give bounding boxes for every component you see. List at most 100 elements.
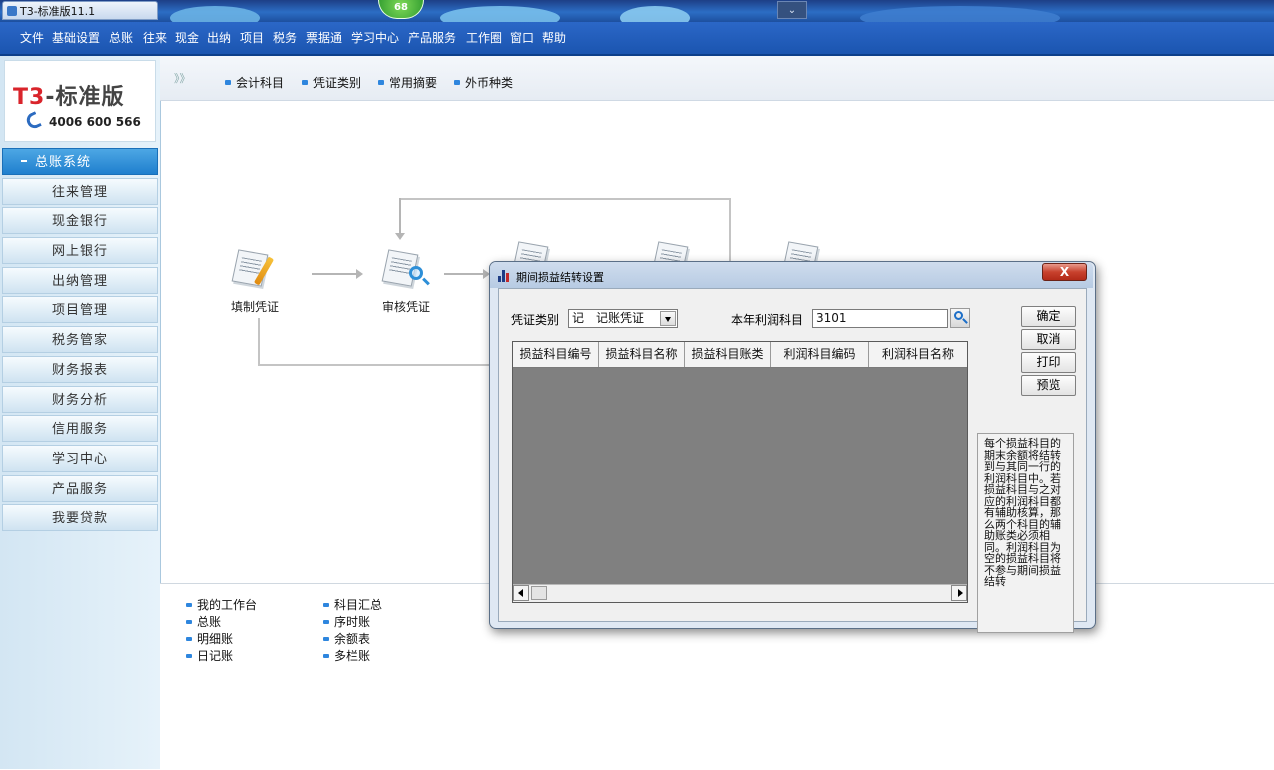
titlebar-decoration xyxy=(170,6,260,22)
menu-tax[interactable]: 税务 xyxy=(273,31,297,45)
quick-link-ledger[interactable]: 总账 xyxy=(186,615,221,629)
menu-invoice[interactable]: 票据通 xyxy=(306,31,342,45)
titlebar-decoration xyxy=(620,6,690,22)
menu-help[interactable]: 帮助 xyxy=(542,31,566,45)
menu-window[interactable]: 窗口 xyxy=(510,31,534,45)
sidebar-item-loan[interactable]: 我要贷款 xyxy=(2,504,158,532)
fill-voucher-icon[interactable] xyxy=(231,249,277,290)
scroll-left-icon[interactable] xyxy=(513,585,529,601)
sidebar-item-products[interactable]: 产品服务 xyxy=(2,474,158,502)
bullet-icon xyxy=(454,80,460,85)
hotline-number: 4006 600 566 xyxy=(49,115,141,129)
column-header[interactable]: 利润科目名称 xyxy=(869,342,967,367)
quick-link-balance[interactable]: 余额表 xyxy=(323,632,370,646)
close-button[interactable]: X xyxy=(1042,263,1087,281)
voucher-type-value: 记 记账凭证 xyxy=(572,311,645,325)
flow-connector xyxy=(729,198,731,264)
column-header[interactable]: 损益科目名称 xyxy=(599,342,685,367)
chevron-down-icon[interactable] xyxy=(660,311,676,326)
brand-logo: T3-标准版 4006 600 566 xyxy=(4,60,156,142)
bullet-icon xyxy=(323,654,329,658)
flow-arrow-down xyxy=(395,198,405,240)
toolbar: 》》 会计科目 凭证类别 常用摘要 外币种类 xyxy=(160,56,1274,101)
window-titlebar: T3-标准版11.1 68 ⌄ xyxy=(0,0,1274,22)
score-badge[interactable]: 68 xyxy=(378,0,424,19)
menu-file[interactable]: 文件 xyxy=(20,31,44,45)
bullet-icon xyxy=(302,80,308,85)
print-button[interactable]: 打印 xyxy=(1021,352,1076,373)
menu-bar: 文件 基础设置 总账 往来 现金 出纳 项目 税务 票据通 学习中心 产品服务 … xyxy=(0,22,1274,56)
sidebar-item-tax[interactable]: 税务管家 xyxy=(2,326,158,354)
quick-link-multicolumn[interactable]: 多栏账 xyxy=(323,649,370,663)
flow-connector xyxy=(258,318,260,366)
menu-cashier[interactable]: 出纳 xyxy=(207,31,231,45)
sidebar-item-project[interactable]: 项目管理 xyxy=(2,296,158,324)
menu-learning[interactable]: 学习中心 xyxy=(351,31,399,45)
titlebar-decoration xyxy=(440,6,560,22)
review-voucher-icon[interactable] xyxy=(381,249,427,290)
toolbar-link-summaries[interactable]: 常用摘要 xyxy=(378,74,437,91)
preview-button[interactable]: 预览 xyxy=(1021,375,1076,396)
logo-suffix: -标准版 xyxy=(45,85,125,110)
app-icon xyxy=(7,6,17,16)
column-header[interactable]: 损益科目账类 xyxy=(685,342,771,367)
menu-cash[interactable]: 现金 xyxy=(175,31,199,45)
logo-title: T3-标准版 xyxy=(13,79,124,111)
quick-link-workbench[interactable]: 我的工作台 xyxy=(186,598,257,612)
grid-header: 损益科目编号 损益科目名称 损益科目账类 利润科目编码 利润科目名称 xyxy=(513,342,967,368)
column-header[interactable]: 损益科目编号 xyxy=(513,342,599,367)
menu-project[interactable]: 项目 xyxy=(240,31,264,45)
flow-connector xyxy=(258,364,490,366)
menu-basic-settings[interactable]: 基础设置 xyxy=(52,31,100,45)
menu-products[interactable]: 产品服务 xyxy=(408,31,456,45)
menu-receivables[interactable]: 往来 xyxy=(143,31,167,45)
flow-arrow-right xyxy=(444,269,490,279)
toolbar-link-voucher-types[interactable]: 凭证类别 xyxy=(302,74,361,91)
bullet-icon xyxy=(378,80,384,85)
cancel-button[interactable]: 取消 xyxy=(1021,329,1076,350)
window-title-tab[interactable]: T3-标准版11.1 xyxy=(2,1,158,20)
voucher-type-select[interactable]: 记 记账凭证 xyxy=(568,309,678,328)
column-header[interactable]: 利润科目编码 xyxy=(771,342,869,367)
bullet-icon xyxy=(186,637,192,641)
sidebar-item-general-ledger[interactable]: 总账系统 xyxy=(2,148,158,175)
menu-general-ledger[interactable]: 总账 xyxy=(109,31,133,45)
sidebar-item-credit[interactable]: 信用服务 xyxy=(2,415,158,443)
bullet-icon xyxy=(323,637,329,641)
workflow-step-review-voucher[interactable]: 审核凭证 xyxy=(382,298,430,315)
toolbar-link-currencies[interactable]: 外币种类 xyxy=(454,74,513,91)
quick-link-detail[interactable]: 明细账 xyxy=(186,632,233,646)
toolbar-link-label: 常用摘要 xyxy=(389,76,438,90)
ok-button[interactable]: 确定 xyxy=(1021,306,1076,327)
sidebar-item-analysis[interactable]: 财务分析 xyxy=(2,385,158,413)
sidebar-nav: 总账系统 往来管理 现金银行 网上银行 出纳管理 项目管理 税务管家 财务报表 … xyxy=(2,148,158,534)
search-icon[interactable] xyxy=(950,308,970,328)
sidebar-item-cash-bank[interactable]: 现金银行 xyxy=(2,207,158,235)
expand-arrows-icon[interactable]: 》》 xyxy=(174,70,191,86)
horizontal-scrollbar[interactable] xyxy=(513,584,967,602)
profit-account-input[interactable]: 3101 xyxy=(812,309,948,328)
quick-link-label: 明细账 xyxy=(197,632,234,646)
quick-link-label: 总账 xyxy=(197,615,222,629)
dialog-titlebar[interactable]: 期间损益结转设置 X xyxy=(490,262,1093,288)
chevron-down-icon[interactable]: ⌄ xyxy=(777,1,807,19)
toolbar-link-accounts[interactable]: 会计科目 xyxy=(225,74,284,91)
quick-link-summary[interactable]: 科目汇总 xyxy=(323,598,382,612)
sidebar-item-reports[interactable]: 财务报表 xyxy=(2,355,158,383)
collapse-icon xyxy=(21,160,27,162)
workflow-step-fill-voucher[interactable]: 填制凭证 xyxy=(231,298,279,315)
sidebar-item-receivables[interactable]: 往来管理 xyxy=(2,177,158,205)
sidebar-item-learning[interactable]: 学习中心 xyxy=(2,444,158,472)
quick-link-chronological[interactable]: 序时账 xyxy=(323,615,370,629)
scroll-thumb[interactable] xyxy=(531,586,547,600)
quick-link-journal[interactable]: 日记账 xyxy=(186,649,233,663)
bullet-icon xyxy=(186,620,192,624)
menu-workcircle[interactable]: 工作圈 xyxy=(466,31,502,45)
scroll-right-icon[interactable] xyxy=(951,585,967,601)
transfer-grid[interactable]: 损益科目编号 损益科目名称 损益科目账类 利润科目编码 利润科目名称 xyxy=(512,341,968,603)
bullet-icon xyxy=(323,620,329,624)
flow-arrow-right xyxy=(312,269,363,279)
sidebar-item-cashier[interactable]: 出纳管理 xyxy=(2,266,158,294)
quick-link-label: 我的工作台 xyxy=(197,598,258,612)
sidebar-item-online-bank[interactable]: 网上银行 xyxy=(2,237,158,265)
